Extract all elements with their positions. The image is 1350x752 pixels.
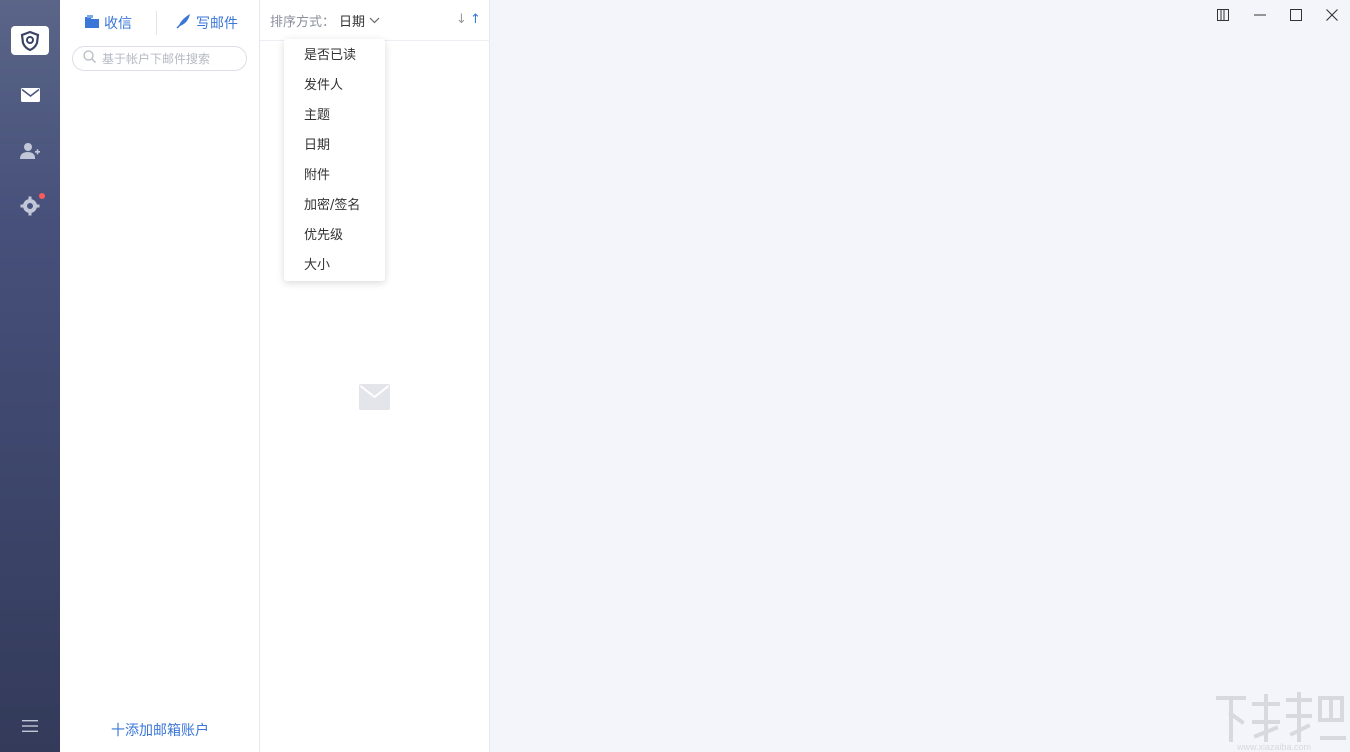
compose-button[interactable]: 写邮件 [176, 12, 238, 34]
sort-ascending-button[interactable]: ↑ [470, 12, 481, 27]
sort-value: 日期 [339, 15, 366, 30]
receive-button[interactable]: 收信 [84, 12, 132, 34]
mail-search [72, 46, 247, 71]
sort-option-read-status[interactable]: 是否已读 [284, 41, 385, 71]
minimize-icon[interactable] [1250, 5, 1270, 25]
menu-icon[interactable] [0, 710, 60, 742]
add-account-button[interactable]: 十添加邮箱账户 [60, 720, 260, 740]
close-icon[interactable] [1322, 5, 1342, 25]
feather-pen-icon [176, 13, 192, 33]
nav-rail [0, 0, 60, 752]
sort-label: 排序方式： [270, 15, 336, 30]
layout-toggle-icon[interactable] [1213, 5, 1233, 25]
sort-select[interactable]: 日期 [339, 11, 380, 30]
accounts-panel: 收信 写邮件 十添加邮箱账户 [60, 0, 260, 752]
sort-bar: 排序方式： 日期 ↓ ↑ [260, 0, 490, 41]
chevron-down-icon [369, 13, 380, 28]
sort-option-date[interactable]: 日期 [284, 131, 385, 161]
sort-option-encryption[interactable]: 加密/签名 [284, 191, 385, 221]
settings-icon[interactable] [0, 190, 60, 222]
mail-icon[interactable] [0, 79, 60, 111]
sort-option-priority[interactable]: 优先级 [284, 221, 385, 251]
maximize-icon[interactable] [1286, 5, 1306, 25]
sort-option-attachment[interactable]: 附件 [284, 161, 385, 191]
empty-mail-icon [359, 384, 390, 414]
receive-label: 收信 [104, 16, 132, 32]
svg-text:www.xiazaiba.com: www.xiazaiba.com [1236, 742, 1311, 752]
accounts-toolbar: 收信 写邮件 [60, 0, 260, 42]
toolbar-divider [156, 11, 157, 35]
sort-option-sender[interactable]: 发件人 [284, 71, 385, 101]
inbox-folder-icon [84, 14, 100, 33]
search-input[interactable] [102, 51, 237, 66]
sort-descending-button[interactable]: ↓ [456, 12, 467, 27]
sort-option-subject[interactable]: 主题 [284, 101, 385, 131]
watermark-logo: www.xiazaiba.com [1214, 690, 1350, 752]
app-logo [11, 26, 49, 55]
search-icon [83, 50, 96, 67]
contacts-icon[interactable] [0, 135, 60, 167]
compose-label: 写邮件 [196, 16, 238, 32]
sort-dropdown-menu: 是否已读 发件人 主题 日期 附件 加密/签名 优先级 大小 [284, 39, 385, 281]
sort-option-size[interactable]: 大小 [284, 251, 385, 281]
settings-badge [39, 193, 45, 199]
